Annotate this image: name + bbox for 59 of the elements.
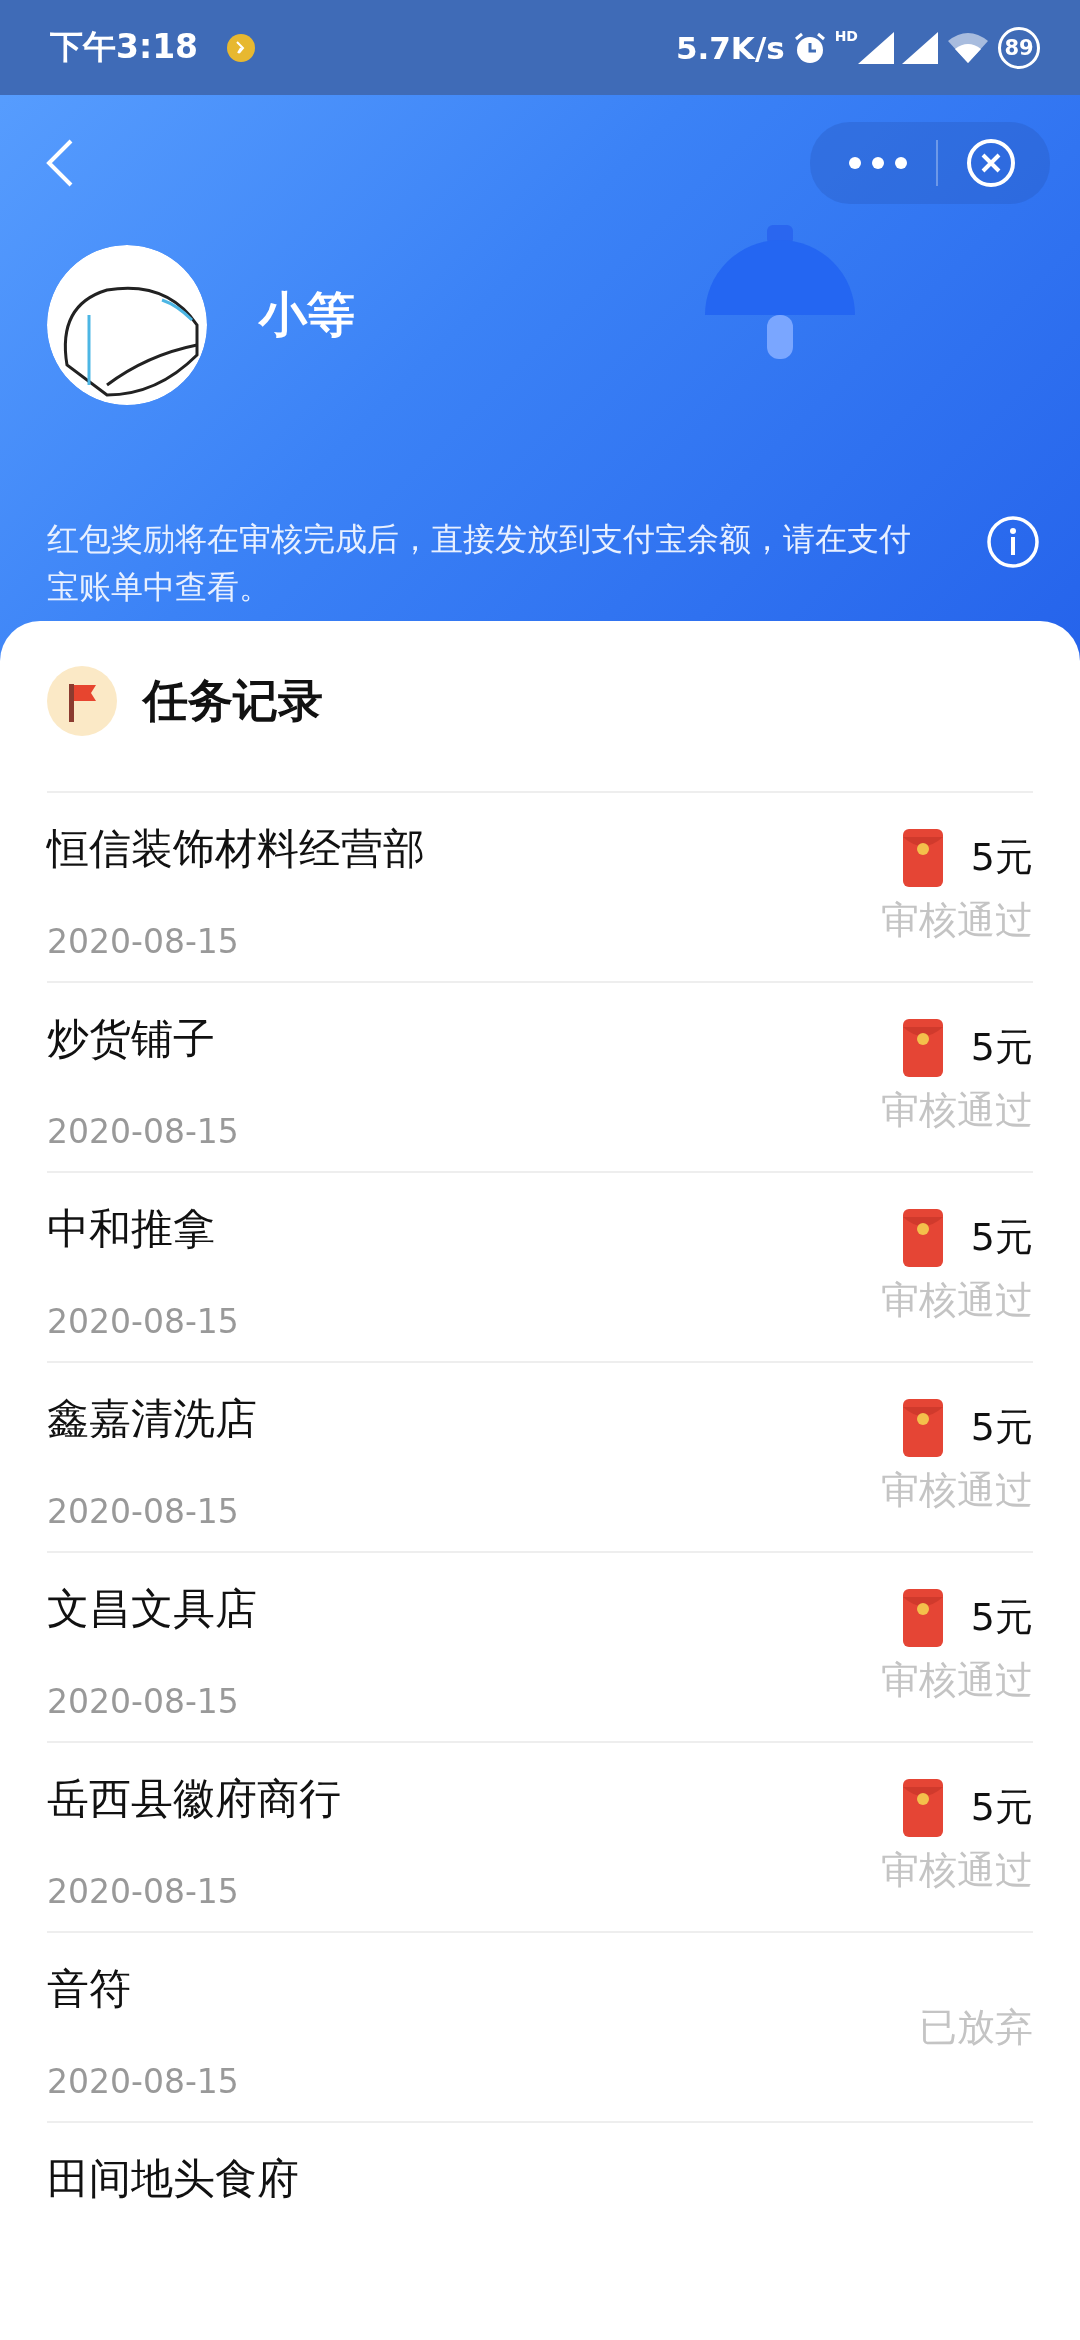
record-row[interactable]: 中和推拿 2020-08-15 5元 审核通过 xyxy=(47,1173,1033,1363)
record-date: 2020-08-15 xyxy=(47,1682,240,1721)
record-date: 2020-08-15 xyxy=(47,1492,240,1531)
record-status: 审核通过 xyxy=(881,1466,1033,1514)
more-icon[interactable] xyxy=(848,155,908,170)
reward-amount: 5元 xyxy=(970,1214,1033,1261)
envelope-icon xyxy=(902,828,943,887)
record-name: 恒信装饰材料经营部 xyxy=(47,823,425,875)
record-name: 鑫嘉清洗店 xyxy=(47,1393,257,1445)
record-date: 2020-08-15 xyxy=(47,1112,239,1151)
signal-icon xyxy=(902,31,938,64)
hd-label: HD xyxy=(834,28,858,44)
info-icon[interactable] xyxy=(986,515,1040,569)
coin-icon xyxy=(226,32,257,63)
notice-text: 红包奖励将在审核完成后，直接发放到支付宝余额，请在支付宝账单中查看。 xyxy=(47,519,912,608)
record-status: 审核通过 xyxy=(881,1086,1033,1134)
record-status: 已放弃 xyxy=(919,2003,1033,2051)
reward-amount: 5元 xyxy=(970,834,1033,881)
envelope-icon xyxy=(902,1778,943,1837)
back-icon[interactable] xyxy=(45,137,75,188)
record-name: 音符 xyxy=(47,1963,132,2015)
reward-amount: 5元 xyxy=(970,1594,1033,1641)
signal-icon xyxy=(858,31,894,64)
envelope-icon xyxy=(902,1398,943,1457)
wifi-icon xyxy=(946,30,990,65)
record-name: 中和推拿 xyxy=(47,1203,216,1255)
record-name: 文昌文具店 xyxy=(47,1583,257,1635)
reward-amount: 5元 xyxy=(970,1784,1033,1831)
user-name: 小等 xyxy=(259,285,355,344)
record-name: 岳西县徽府商行 xyxy=(47,1773,341,1825)
record-row[interactable]: 文昌文具店 2020-08-15 5元 审核通过 xyxy=(47,1553,1033,1743)
record-status: 审核通过 xyxy=(881,1846,1033,1894)
envelope-icon xyxy=(902,1588,943,1647)
record-date: 2020-08-15 xyxy=(47,2062,239,2101)
status-time: 下午3:18 xyxy=(50,26,199,68)
envelope-icon xyxy=(902,1208,943,1267)
reward-amount: 5元 xyxy=(970,1024,1033,1071)
record-status: 审核通过 xyxy=(881,1656,1033,1704)
reward-amount: 5元 xyxy=(970,1404,1033,1451)
record-status: 审核通过 xyxy=(881,1276,1033,1324)
record-date: 2020-08-15 xyxy=(47,1872,240,1911)
record-name: 炒货铺子 xyxy=(47,1013,216,1065)
battery-level: 89 xyxy=(998,26,1040,69)
record-date: 2020-08-15 xyxy=(47,922,240,961)
record-row[interactable]: 岳西县徽府商行 2020-08-15 5元 审核通过 xyxy=(47,1743,1033,1933)
record-name: 田间地头食府 xyxy=(47,2153,299,2205)
flag-icon xyxy=(47,666,117,736)
record-row[interactable]: 恒信装饰材料经营部 2020-08-15 5元 审核通过 xyxy=(47,793,1033,983)
section-title: 任务记录 xyxy=(143,673,323,729)
record-row[interactable]: 鑫嘉清洗店 2020-08-15 5元 审核通过 xyxy=(47,1363,1033,1553)
record-date: 2020-08-15 xyxy=(47,1302,239,1341)
close-icon[interactable] xyxy=(966,137,1016,188)
network-speed: 5.7K/s xyxy=(675,29,785,66)
record-row[interactable]: 音符 2020-08-15 已放弃 xyxy=(47,1933,1033,2123)
alarm-icon xyxy=(792,30,827,65)
record-row[interactable]: 炒货铺子 2020-08-15 5元 审核通过 xyxy=(47,983,1033,1173)
envelope-icon xyxy=(902,1018,943,1077)
record-row[interactable]: 田间地头食府 xyxy=(47,2123,1033,2203)
record-status: 审核通过 xyxy=(881,896,1033,944)
